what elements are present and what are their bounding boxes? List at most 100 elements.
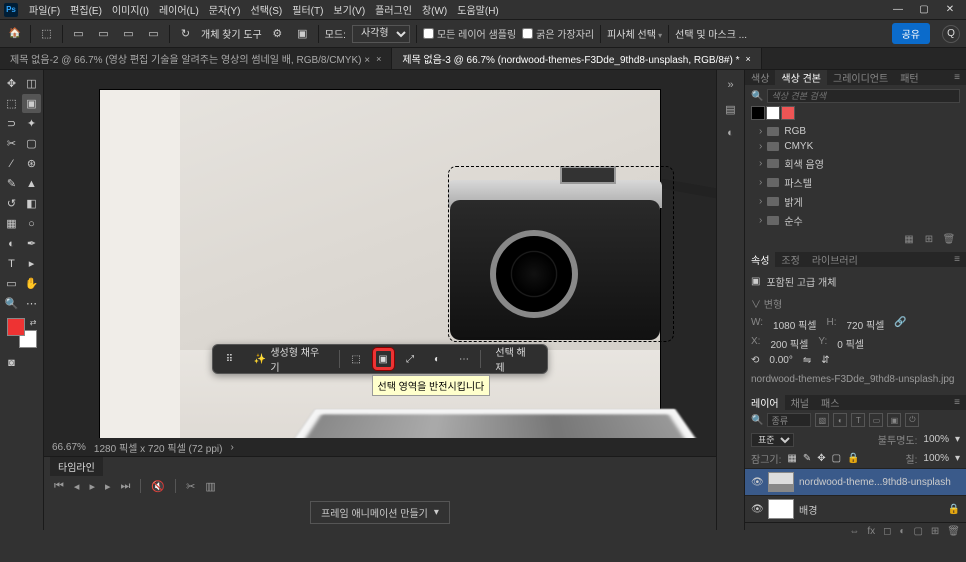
generative-fill-button[interactable]: ✨ 생성형 채우기 (246, 340, 333, 378)
hand-tool[interactable]: ✋ (22, 274, 41, 293)
swap-colors-icon[interactable]: ⇄ (30, 318, 37, 327)
edit-toolbar[interactable]: ⋯ (22, 294, 41, 313)
link-wh-icon[interactable]: 🔗 (894, 317, 906, 332)
new-layer-icon[interactable]: ⊞ (931, 526, 939, 537)
menu-filter[interactable]: 필터(T) (287, 2, 328, 17)
marquee-tool[interactable]: ⬚ (2, 94, 21, 113)
object-finder-settings-icon[interactable]: ⚙ (268, 24, 287, 43)
tab-channels[interactable]: 채널 (785, 395, 815, 410)
panel-menu-icon[interactable]: ≡ (948, 252, 966, 267)
menu-edit[interactable]: 편집(E) (65, 2, 107, 17)
tab-layers[interactable]: 레이어 (745, 395, 785, 410)
fill-adjust-icon[interactable]: ◐ (899, 526, 905, 537)
lock-all-icon[interactable]: 🔒 (847, 453, 859, 464)
menu-view[interactable]: 보기(V) (328, 2, 370, 17)
window-minimize[interactable]: — (886, 2, 910, 18)
lasso-tool[interactable]: ⊃ (2, 114, 21, 133)
filter-toggle[interactable]: ⏻ (905, 413, 919, 427)
blend-mode-select[interactable]: 표준 (751, 433, 794, 447)
history-panel-icon[interactable]: ▤ (722, 100, 740, 118)
menu-help[interactable]: 도움말(H) (452, 2, 503, 17)
home-button[interactable]: 🏠 (6, 25, 24, 43)
width-value[interactable]: 1080 픽셀 (773, 317, 816, 332)
intersect-selection-icon[interactable]: ▭ (144, 24, 163, 43)
group-icon[interactable]: ▢ (913, 526, 922, 537)
close-icon[interactable]: × (745, 54, 750, 64)
gradient-tool[interactable]: ▦ (2, 214, 21, 233)
menu-type[interactable]: 문자(Y) (204, 2, 246, 17)
swatch-folder-pastel[interactable]: 파스텔 (751, 173, 960, 192)
lock-transparent-icon[interactable]: ▦ (787, 453, 796, 464)
menu-plugins[interactable]: 플러그인 (370, 2, 417, 17)
object-select-tool-icon[interactable]: ⬚ (37, 24, 56, 43)
tab-paths[interactable]: 패스 (815, 395, 845, 410)
tab-libraries[interactable]: 라이브러리 (806, 252, 864, 267)
menu-select[interactable]: 선택(S) (246, 2, 288, 17)
artboard-tool[interactable]: ◫ (22, 74, 41, 93)
color-swatches[interactable]: ⇄ (7, 318, 37, 348)
layer-item-1[interactable]: 👁 nordwood-theme...9thd8-unsplash (745, 468, 966, 495)
brush-tool[interactable]: ✎ (2, 174, 21, 193)
layer-mask-icon[interactable]: ◻ (883, 526, 891, 537)
layer-name[interactable]: 배경 (799, 502, 817, 517)
swatch-folder-light[interactable]: 밝게 (751, 192, 960, 211)
menu-file[interactable]: 파일(F) (24, 2, 65, 17)
layer-thumbnail[interactable] (768, 472, 794, 492)
visibility-icon[interactable]: 👁 (751, 477, 763, 488)
select-subject-button[interactable]: 피사체 선택 (607, 26, 662, 41)
share-button[interactable]: 공유 (892, 23, 930, 44)
transition-icon[interactable]: ▥ (205, 480, 215, 493)
filter-pixel-icon[interactable]: ▧ (815, 413, 829, 427)
history-brush-tool[interactable]: ↺ (2, 194, 21, 213)
deselect-button[interactable]: 선택 해제 (487, 340, 541, 378)
new-selection-icon[interactable]: ▭ (69, 24, 88, 43)
opacity-value[interactable]: 100% (923, 434, 949, 445)
object-select-tool[interactable]: ▣ (22, 94, 41, 113)
delete-swatch-icon[interactable]: 🗑 (942, 232, 956, 246)
swatch-red[interactable] (781, 106, 795, 120)
document-tab-1[interactable]: 제목 없음-2 @ 66.7% (영상 편집 기술을 알려주는 영상의 썸네일 … (0, 48, 392, 69)
swatch-white[interactable] (766, 106, 780, 120)
refresh-icon[interactable]: ↻ (176, 24, 195, 43)
path-select-tool[interactable]: ▸ (22, 254, 41, 273)
close-icon[interactable]: × (376, 54, 381, 64)
show-overlay-icon[interactable]: ▣ (293, 24, 312, 43)
canvas-viewport[interactable]: ⠿ ✨ 생성형 채우기 ⬚ ▣ 선택 영역을 반전시킵니다 ⤢ ◐ ⋯ 선택 해… (44, 70, 716, 438)
zoom-tool[interactable]: 🔍 (2, 294, 21, 313)
adjustments-panel-icon[interactable]: ◐ (722, 124, 740, 142)
window-close[interactable]: ✕ (938, 2, 962, 18)
status-chevron-icon[interactable]: › (230, 442, 233, 453)
layer-item-2[interactable]: 👁 배경 🔒 (745, 495, 966, 522)
spot-heal-tool[interactable]: ⊛ (22, 154, 41, 173)
window-maximize[interactable]: ▢ (912, 2, 936, 18)
panel-menu-icon[interactable]: ≡ (948, 395, 966, 410)
tab-properties[interactable]: 속성 (745, 252, 775, 267)
move-tool[interactable]: ✥ (2, 74, 21, 93)
expand-panels-icon[interactable]: » (722, 76, 740, 94)
mode-select[interactable]: 사각형 (352, 25, 410, 43)
invert-selection-button[interactable]: ▣ 선택 영역을 반전시킵니다 (373, 348, 394, 370)
zoom-level[interactable]: 66.67% (52, 442, 86, 453)
tab-swatches[interactable]: 색상 견본 (775, 70, 827, 85)
hard-edge-checkbox[interactable]: 굵은 가장자리 (522, 26, 594, 41)
angle-value[interactable]: 0.00° (769, 355, 792, 366)
new-swatch-icon[interactable]: ⊞ (922, 232, 936, 246)
swatch-folder-grayscale[interactable]: 회색 음영 (751, 154, 960, 173)
filter-adjust-icon[interactable]: ◐ (833, 413, 847, 427)
swatch-folder-cmyk[interactable]: CMYK (751, 139, 960, 154)
x-value[interactable]: 200 픽셀 (770, 336, 808, 351)
play-icon[interactable]: ▸ (89, 480, 95, 493)
audio-icon[interactable]: 🔇 (151, 480, 165, 493)
pen-tool[interactable]: ✒ (22, 234, 41, 253)
foreground-color[interactable] (7, 318, 25, 336)
filter-shape-icon[interactable]: ▭ (869, 413, 883, 427)
layer-name[interactable]: nordwood-theme...9thd8-unsplash (799, 477, 951, 488)
tab-patterns[interactable]: 패턴 (894, 70, 924, 85)
layer-search-icon[interactable]: 🔍 (751, 415, 763, 426)
delete-layer-icon[interactable]: 🗑 (947, 526, 960, 537)
document-tab-2[interactable]: 제목 없음-3 @ 66.7% (nordwood-themes-F3Dde_9… (392, 48, 761, 69)
crop-tool[interactable]: ✂ (2, 134, 21, 153)
quick-mask-tool[interactable]: ◙ (2, 353, 21, 372)
rectangle-tool[interactable]: ▭ (2, 274, 21, 293)
lock-position-icon[interactable]: ✥ (817, 453, 825, 464)
